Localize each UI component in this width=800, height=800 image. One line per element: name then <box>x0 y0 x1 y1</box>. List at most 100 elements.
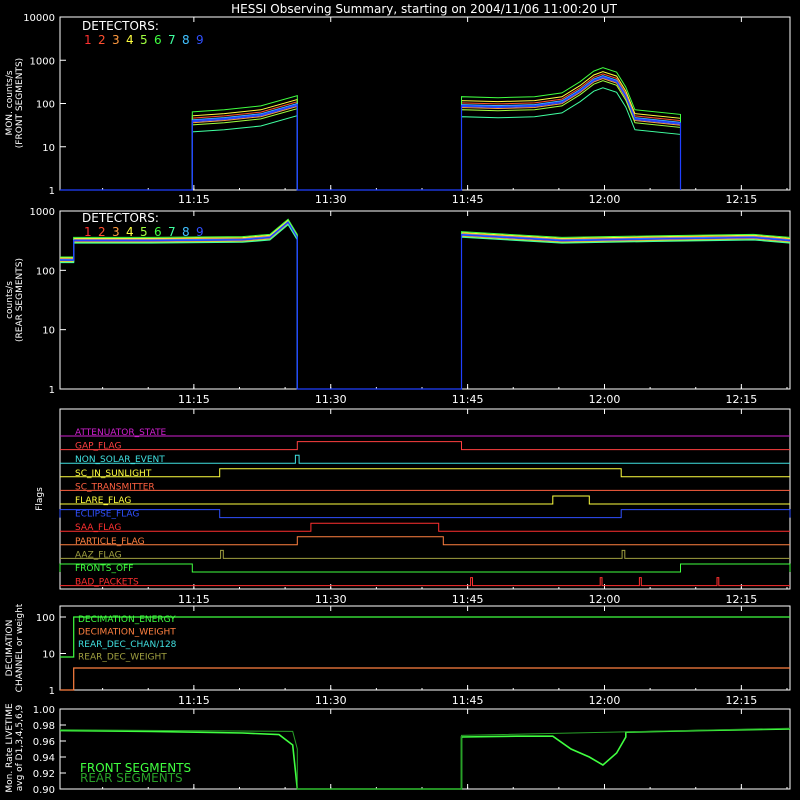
front-series-detector-3 <box>60 77 681 191</box>
rear-y-tick-label: 10 <box>42 326 55 337</box>
front-legend-detector-4: 4 <box>126 33 134 47</box>
time-tick-label: 12:00 <box>589 694 621 707</box>
time-tick-label: 11:45 <box>452 694 484 707</box>
front-y-tick-label: 10000 <box>23 13 55 24</box>
flag-trace-aaz_flag <box>60 549 790 559</box>
decimation-y-tick-label: 10 <box>42 649 55 660</box>
front-y-tick-label: 1000 <box>30 56 55 67</box>
front-series-detector-1 <box>60 75 681 191</box>
decimation-y-tick-label: 1 <box>49 686 55 697</box>
decimation-legend-3: REAR_DEC_CHAN/128 <box>78 640 177 650</box>
flag-trace-saa_flag <box>60 522 790 532</box>
rear-series-detector-6 <box>60 218 791 390</box>
front-series-detector-7 <box>60 87 681 191</box>
rear-series-detector-3 <box>60 222 791 390</box>
rear-y-axis-label-line: (REAR SEGMENTS) <box>15 258 25 342</box>
rear-series-main <box>60 221 791 390</box>
rear-legend-title: DETECTORS: <box>82 211 159 225</box>
front-y-tick-label: 100 <box>36 100 55 111</box>
time-tick-label: 11:30 <box>315 694 347 707</box>
livetime-y-axis-label-line: Mon. Rate LIVETIME <box>5 703 15 793</box>
rear-series-detector-1 <box>60 221 791 390</box>
front-series-main <box>60 75 682 191</box>
plot-layer: 11:15 11:30 11:45 12:00 12:15110100100010000… <box>5 13 791 796</box>
decimation-y-axis-label-line: CHANNEL or weight <box>15 603 25 692</box>
rear-series-detector-5 <box>60 223 791 390</box>
front-series-detector-5 <box>60 80 681 191</box>
flag-trace-fronts_off <box>59 563 791 573</box>
time-tick-label: 11:15 <box>178 393 210 406</box>
time-tick-label: 11:30 <box>315 393 347 406</box>
front-y-tick-label: 10 <box>42 143 55 154</box>
time-tick-label: 12:00 <box>589 593 621 606</box>
rear-y-tick-label: 1 <box>49 385 55 396</box>
time-tick-label: 12:15 <box>726 593 758 606</box>
livetime-y-axis-label-line: avg of D1,3,4,5,6,9 <box>15 704 25 791</box>
livetime-y-tick-label: 0.94 <box>33 753 55 764</box>
time-tick-label: 12:00 <box>589 193 621 206</box>
time-tick-label: 11:15 <box>178 694 210 707</box>
time-tick-label: 11:15 <box>178 593 210 606</box>
front-legend-title: DETECTORS: <box>82 19 159 33</box>
flag-label-eclipse_flag: ECLIPSE_FLAG <box>75 510 139 520</box>
rear-series-detector-9 <box>60 221 791 390</box>
flags-y-axis-label-line: Flags <box>35 487 45 511</box>
livetime-y-tick-label: 0.98 <box>33 721 55 732</box>
front-legend-detector-2: 2 <box>98 33 106 47</box>
decimation-y-tick-label: 100 <box>36 613 55 624</box>
front-y-axis-label-line: MON. counts/s <box>5 70 15 135</box>
front-series-detector-9 <box>60 76 681 191</box>
rear-y-axis-label: counts/s (REAR SEGMENTS) <box>5 258 25 342</box>
decimation-legend-2: DECIMATION_WEIGHT <box>78 628 176 638</box>
front-y-tick-label: 1 <box>49 186 55 197</box>
front-legend-detector-9: 9 <box>196 33 204 47</box>
time-tick-label: 12:15 <box>726 694 758 707</box>
time-tick-label: 11:45 <box>452 193 484 206</box>
decimation-y-axis-label: DECIMATION CHANNEL or weight <box>5 603 25 692</box>
time-tick-label: 11:45 <box>452 593 484 606</box>
livetime-y-tick-label: 0.96 <box>33 737 55 748</box>
flag-trace-non_solar_event <box>60 454 790 464</box>
front-legend-detector-6: 6 <box>154 33 162 47</box>
time-tick-label: 11:15 <box>178 193 210 206</box>
decimation-series-2 <box>60 667 790 691</box>
chart-title: HESSI Observing Summary, starting on 200… <box>231 2 617 16</box>
front-y-axis-label-line: (FRONT SEGMENTS) <box>15 58 25 148</box>
livetime-y-tick-label: 1.00 <box>33 705 55 716</box>
decimation-y-axis-label-line: DECIMATION <box>5 620 15 677</box>
rear-series-detector-7 <box>60 224 791 390</box>
livetime-y-tick-label: 0.92 <box>33 769 55 780</box>
rear-series-detector-2 <box>60 220 791 390</box>
livetime-legend-2: REAR SEGMENTS <box>80 771 183 785</box>
front-series-detector-8 <box>60 75 681 191</box>
time-tick-label: 11:30 <box>315 593 347 606</box>
rear-y-tick-label: 100 <box>36 266 55 277</box>
livetime-y-axis-label: Mon. Rate LIVETIME avg of D1,3,4,5,6,9 <box>5 703 25 793</box>
flag-trace-sc_in_sunlight <box>60 468 790 478</box>
front-y-axis-label: MON. counts/s (FRONT SEGMENTS) <box>5 58 25 148</box>
flag-trace-bad_packets <box>60 577 790 587</box>
front-legend-detector-3: 3 <box>112 33 120 47</box>
front-legend-detector-8: 8 <box>182 33 190 47</box>
front-series-detector-2 <box>60 73 681 191</box>
flags-y-axis-label: Flags <box>35 487 45 511</box>
front-legend-detector-7: 7 <box>168 33 176 47</box>
front-legend-detector-5: 5 <box>140 33 148 47</box>
time-tick-label: 12:15 <box>726 393 758 406</box>
flag-trace-gap_flag <box>60 441 790 451</box>
time-tick-label: 11:45 <box>452 393 484 406</box>
flag-trace-particle_flag <box>60 536 790 546</box>
flag-label-fronts_off: FRONTS_OFF <box>75 564 133 574</box>
time-tick-label: 11:30 <box>315 193 347 206</box>
rear-series-detector-4 <box>60 219 791 390</box>
rear-y-tick-label: 1000 <box>30 207 55 218</box>
rear-y-axis-label-line: counts/s <box>5 281 15 319</box>
time-tick-label: 12:00 <box>589 393 621 406</box>
front-legend-detector-1: 1 <box>84 33 92 47</box>
flag-trace-eclipse_flag <box>59 509 791 519</box>
time-tick-label: 12:15 <box>726 193 758 206</box>
livetime-y-tick-label: 0.90 <box>33 785 55 796</box>
flag-trace-flare_flag <box>60 495 790 505</box>
rear-series-detector-8 <box>60 220 791 390</box>
decimation-legend-4: REAR_DEC_WEIGHT <box>78 653 167 663</box>
